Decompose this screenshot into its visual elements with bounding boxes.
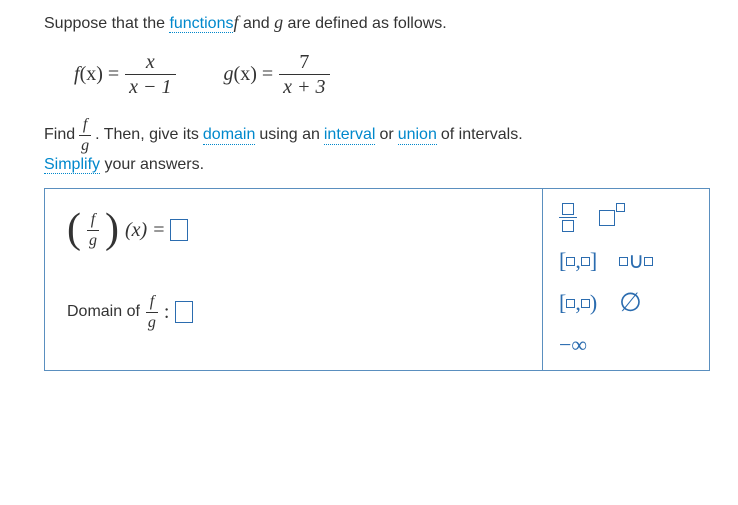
quotient-fraction: f g bbox=[87, 211, 99, 249]
exponent-button[interactable] bbox=[599, 210, 624, 226]
domain-prefix: Domain of bbox=[67, 303, 140, 321]
union-button[interactable]: ∪ bbox=[619, 250, 653, 272]
g-num: 7 bbox=[295, 51, 313, 73]
simplify-row: Simplify your answers. bbox=[44, 156, 710, 174]
domain-link[interactable]: domain bbox=[203, 126, 255, 145]
find-mid3: or bbox=[379, 126, 393, 144]
simplify-suffix: your answers. bbox=[100, 156, 204, 173]
intro-text: Suppose that the functionsf and g are de… bbox=[44, 12, 710, 33]
union-symbol: ∪ bbox=[628, 250, 644, 272]
domain-fraction: f g bbox=[146, 293, 158, 331]
find-mid2: using an bbox=[259, 126, 320, 144]
halfopen-interval-button[interactable]: [,) bbox=[559, 292, 597, 314]
domain-colon: : bbox=[164, 301, 170, 324]
find-row: Find f g . Then, give its domain using a… bbox=[44, 116, 710, 154]
palette: [,] ∪ [,) ∅ −∞ bbox=[543, 189, 709, 370]
intro-mid1: and bbox=[239, 15, 275, 32]
answer-panel: ( f g ) (x) = Domain of f g : bbox=[44, 188, 710, 371]
f-fraction: x x − 1 bbox=[125, 51, 175, 98]
domain-input[interactable] bbox=[175, 301, 193, 323]
f-equation: f(x) = x x − 1 bbox=[74, 51, 176, 98]
find-num: f bbox=[81, 116, 89, 134]
domain-line: Domain of f g : bbox=[67, 293, 524, 331]
quotient-line: ( f g ) (x) = bbox=[67, 211, 524, 249]
g-fraction: 7 x + 3 bbox=[279, 51, 329, 98]
f-arg: (x) = bbox=[80, 63, 120, 85]
d-den: g bbox=[146, 314, 158, 332]
right-paren: ) bbox=[105, 213, 119, 247]
f-num: x bbox=[142, 51, 159, 73]
find-suffix: of intervals. bbox=[441, 126, 523, 144]
emptyset-button[interactable]: ∅ bbox=[619, 290, 642, 316]
union-link[interactable]: union bbox=[398, 126, 437, 145]
q-den: g bbox=[87, 232, 99, 250]
g-den: x + 3 bbox=[279, 76, 329, 98]
g-arg: (x) = bbox=[234, 63, 274, 85]
functions-link[interactable]: functions bbox=[169, 15, 233, 33]
simplify-link[interactable]: Simplify bbox=[44, 156, 100, 174]
equations-row: f(x) = x x − 1 g(x) = 7 x + 3 bbox=[74, 51, 710, 98]
intro-suffix: are defined as follows. bbox=[283, 15, 447, 32]
q-eq: = bbox=[153, 219, 164, 242]
g-name: g bbox=[224, 63, 234, 85]
q-arg: (x) bbox=[125, 219, 147, 242]
f-den: x − 1 bbox=[125, 76, 175, 98]
quotient-input[interactable] bbox=[170, 219, 188, 241]
find-prefix: Find bbox=[44, 126, 75, 144]
closed-interval-button[interactable]: [,] bbox=[559, 250, 597, 272]
answer-left: ( f g ) (x) = Domain of f g : bbox=[45, 189, 543, 370]
neg-infinity-button[interactable]: −∞ bbox=[559, 334, 587, 356]
find-fraction: f g bbox=[79, 116, 91, 154]
fraction-button[interactable] bbox=[559, 203, 577, 232]
interval-link[interactable]: interval bbox=[324, 126, 376, 145]
intro-prefix: Suppose that the bbox=[44, 15, 169, 32]
g-equation: g(x) = 7 x + 3 bbox=[224, 51, 330, 98]
d-num: f bbox=[148, 293, 156, 311]
find-mid1: . Then, give its bbox=[95, 126, 199, 144]
q-num: f bbox=[89, 211, 97, 229]
find-den: g bbox=[79, 137, 91, 155]
left-paren: ( bbox=[67, 213, 81, 247]
intro-g: g bbox=[274, 12, 283, 32]
